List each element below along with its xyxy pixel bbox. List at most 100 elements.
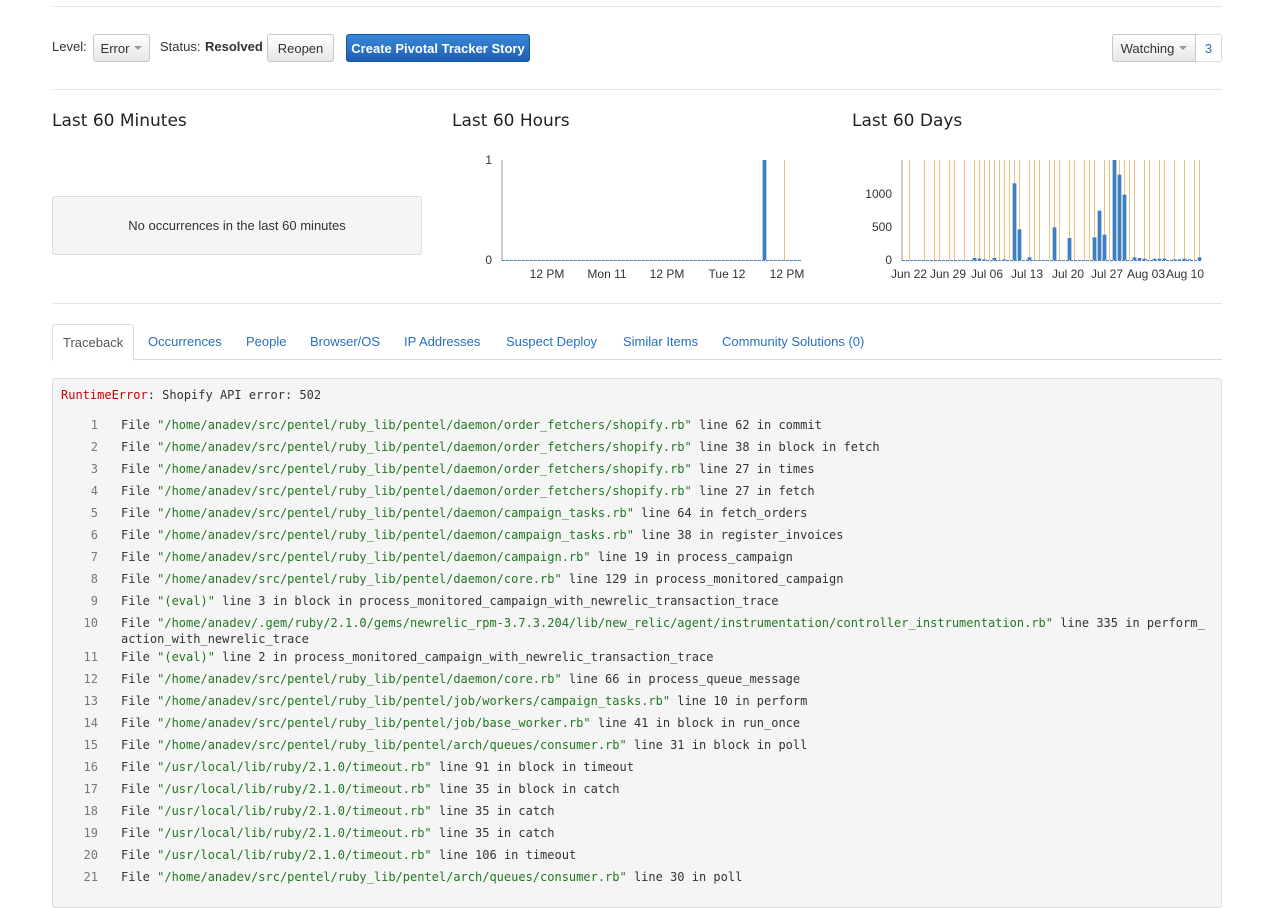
frame-text: File "/home/anadev/src/pentel/ruby_lib/p…	[121, 693, 1206, 709]
days-bar[interactable]	[1002, 259, 1007, 260]
frame-location: line 35 in catch	[431, 804, 555, 818]
days-bar[interactable]	[1097, 210, 1102, 260]
tab-browser-os[interactable]: Browser/OS	[300, 324, 390, 360]
traceback-panel: RuntimeError: Shopify API error: 502 1 Fi…	[52, 378, 1222, 908]
days-bar[interactable]	[1122, 194, 1127, 260]
hours-x-tick-label: 12 PM	[530, 267, 565, 281]
days-x-tick-label: Jul 06	[971, 267, 1003, 281]
tab-ip-addresses[interactable]: IP Addresses	[394, 324, 490, 360]
hours-x-tick-label: 12 PM	[770, 267, 805, 281]
frame-file-word: File	[121, 506, 158, 520]
tab-traceback[interactable]: Traceback	[52, 324, 135, 361]
days-bar[interactable]	[1142, 258, 1147, 260]
days-bar[interactable]	[1132, 257, 1137, 260]
frame-text: File "/home/anadev/src/pentel/ruby_lib/p…	[121, 505, 1206, 521]
days-bar[interactable]	[1137, 258, 1142, 260]
frame-file-word: File	[121, 716, 158, 730]
frame-number: 3	[90, 462, 98, 476]
traceback-frame: 15 File "/home/anadev/src/pentel/ruby_lib…	[53, 735, 1221, 757]
frame-number: 20	[83, 848, 98, 862]
days-bar[interactable]	[1112, 160, 1117, 260]
tab-community-solutions[interactable]: Community Solutions (0)	[712, 324, 874, 360]
days-bar[interactable]	[1162, 258, 1167, 260]
item-toolbar: Level: Error Status: Resolved Reopen Cre…	[52, 34, 1222, 62]
frame-path: "/home/anadev/src/pentel/ruby_lib/pentel…	[157, 716, 591, 730]
frame-location: line 64 in fetch_orders	[633, 506, 808, 520]
create-pivotal-story-button[interactable]: Create Pivotal Tracker Story	[346, 34, 530, 62]
frame-location: line 35 in block in catch	[431, 782, 620, 796]
frame-location: line 27 in times	[691, 462, 815, 476]
days-bar[interactable]	[1012, 183, 1017, 260]
divider	[52, 303, 1222, 304]
traceback-header: RuntimeError: Shopify API error: 502	[61, 388, 321, 402]
level-label: Level:	[52, 39, 87, 54]
frame-path: "/usr/local/lib/ruby/2.1.0/timeout.rb"	[157, 804, 432, 818]
days-chart-title: Last 60 Days	[852, 111, 963, 131]
traceback-frame: 17 File "/usr/local/lib/ruby/2.1.0/timeou…	[53, 779, 1221, 801]
frame-file-word: File	[121, 672, 158, 686]
frame-file-word: File	[121, 782, 158, 796]
days-bar-layer	[972, 160, 1202, 260]
frame-number: 1	[90, 418, 98, 432]
days-bar[interactable]	[1187, 259, 1192, 260]
frame-file-word: File	[121, 528, 158, 542]
error-message: : Shopify API error: 502	[147, 388, 322, 402]
days-bar[interactable]	[972, 258, 977, 260]
hours-x-tick-label: Tue 12	[709, 267, 746, 281]
days-bar[interactable]	[1157, 258, 1162, 260]
level-dropdown[interactable]: Error	[93, 34, 150, 62]
chevron-down-icon	[134, 46, 143, 50]
days-bar[interactable]	[1017, 229, 1022, 260]
frame-path: "/home/anadev/src/pentel/ruby_lib/pentel…	[157, 738, 627, 752]
tab-occurrences[interactable]: Occurrences	[138, 324, 232, 360]
days-bar[interactable]	[1152, 258, 1157, 260]
days-bar[interactable]	[1092, 237, 1097, 260]
frame-path: "/usr/local/lib/ruby/2.1.0/timeout.rb"	[157, 760, 432, 774]
frame-file-word: File	[121, 418, 158, 432]
watcher-count[interactable]: 3	[1196, 34, 1222, 62]
frame-path: "/home/anadev/src/pentel/ruby_lib/pentel…	[157, 672, 562, 686]
days-x-tick-label: Jul 20	[1052, 267, 1084, 281]
frame-text: File "/home/anadev/src/pentel/ruby_lib/p…	[121, 439, 1206, 455]
tab-people[interactable]: People	[236, 324, 296, 360]
frame-location: line 41 in block in run_once	[590, 716, 801, 730]
frame-path: "(eval)"	[157, 650, 215, 664]
days-bar[interactable]	[1067, 238, 1072, 260]
frame-path: "/usr/local/lib/ruby/2.1.0/timeout.rb"	[157, 782, 432, 796]
frame-location: line 31 in block in poll	[626, 738, 808, 752]
frame-number: 9	[90, 594, 98, 608]
frame-text: File "(eval)" line 3 in block in process…	[121, 593, 1206, 609]
status-value: Resolved	[205, 39, 263, 54]
days-bar[interactable]	[1102, 234, 1107, 260]
days-bar[interactable]	[982, 259, 987, 260]
frame-text: File "/usr/local/lib/ruby/2.1.0/timeout.…	[121, 803, 1206, 819]
item-tabs: Traceback Occurrences People Browser/OS …	[52, 324, 1222, 361]
days-bar[interactable]	[1182, 258, 1187, 260]
status-label: Status:	[160, 39, 201, 54]
traceback-frame: 6 File "/home/anadev/src/pentel/ruby_lib/…	[53, 525, 1221, 547]
days-bar[interactable]	[1117, 174, 1122, 260]
frame-path: "/usr/local/lib/ruby/2.1.0/timeout.rb"	[157, 848, 432, 862]
hours-x-tick-label: 12 PM	[650, 267, 685, 281]
hours-bar[interactable]	[762, 160, 767, 260]
days-bar[interactable]	[1172, 259, 1177, 260]
tab-similar-items[interactable]: Similar Items	[613, 324, 708, 360]
days-bar[interactable]	[1027, 257, 1032, 260]
watching-dropdown[interactable]: Watching	[1112, 34, 1196, 62]
frame-number: 21	[83, 870, 98, 884]
days-bar[interactable]	[977, 258, 982, 260]
traceback-frame: 12 File "/home/anadev/src/pentel/ruby_lib…	[53, 669, 1221, 691]
days-bar[interactable]	[992, 258, 997, 260]
days-bar[interactable]	[1197, 257, 1202, 260]
frame-location: line 62 in commit	[691, 418, 822, 432]
tab-suspect-deploy[interactable]: Suspect Deploy	[496, 324, 607, 360]
days-bar[interactable]	[1177, 259, 1182, 260]
frame-path: "/home/anadev/src/pentel/ruby_lib/pentel…	[157, 550, 591, 564]
frame-text: File "/home/anadev/.gem/ruby/2.1.0/gems/…	[121, 615, 1206, 647]
days-x-tick-label: Jul 27	[1091, 267, 1123, 281]
frame-number: 19	[83, 826, 98, 840]
days-bar[interactable]	[1052, 227, 1057, 260]
frame-path: "/home/anadev/src/pentel/ruby_lib/pentel…	[157, 462, 692, 476]
reopen-button[interactable]: Reopen	[267, 34, 334, 62]
frame-number: 7	[90, 550, 98, 564]
